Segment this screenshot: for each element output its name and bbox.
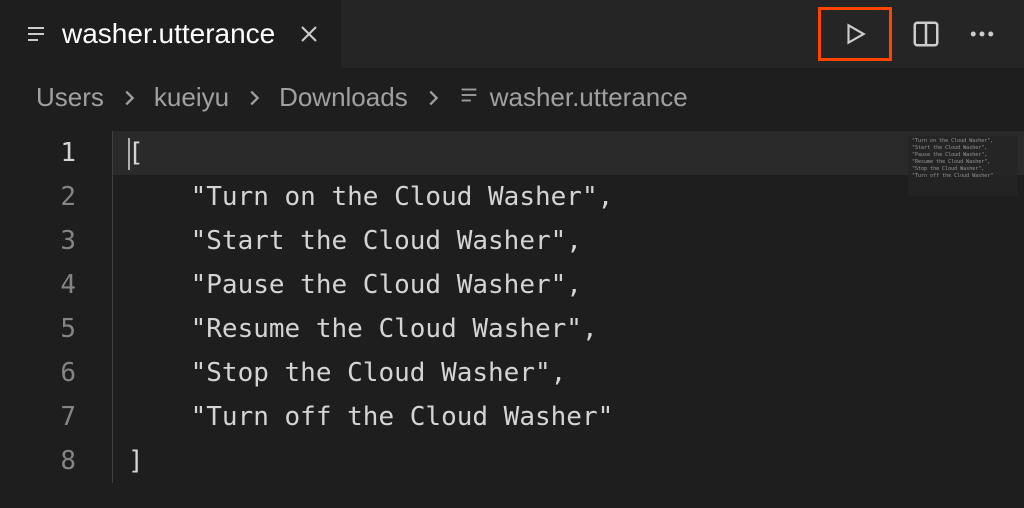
chevron-right-icon [243, 87, 265, 109]
code-line[interactable]: "Start the Cloud Washer", [112, 219, 1024, 263]
code-line[interactable]: ] [112, 439, 1024, 483]
tab-filename: washer.utterance [62, 18, 275, 50]
line-number: 7 [0, 395, 76, 439]
chevron-right-icon [118, 87, 140, 109]
code-line[interactable]: "Stop the Cloud Washer", [112, 351, 1024, 395]
code-line[interactable]: [ [112, 131, 1024, 175]
breadcrumb: Users kueiyu Downloads washer.utterance [0, 68, 1024, 127]
more-actions-button[interactable] [960, 12, 1004, 56]
line-number: 5 [0, 307, 76, 351]
code-line[interactable]: "Pause the Cloud Washer", [112, 263, 1024, 307]
minimap[interactable]: "Turn on the Cloud Washer","Start the Cl… [908, 136, 1018, 196]
run-button[interactable] [818, 7, 892, 61]
line-number: 3 [0, 219, 76, 263]
tab-bar: washer.utterance [0, 0, 1024, 68]
line-number: 4 [0, 263, 76, 307]
code-area[interactable]: [ "Turn on the Cloud Washer", "Start the… [112, 131, 1024, 483]
file-icon [458, 82, 480, 113]
gutter: 12345678 [0, 131, 112, 483]
breadcrumb-segment[interactable]: Users [36, 82, 104, 113]
editor[interactable]: 12345678 [ "Turn on the Cloud Washer", "… [0, 127, 1024, 483]
line-number: 2 [0, 175, 76, 219]
editor-tab[interactable]: washer.utterance [0, 0, 341, 68]
breadcrumb-segment[interactable]: kueiyu [154, 82, 229, 113]
breadcrumb-segment[interactable]: Downloads [279, 82, 408, 113]
close-icon[interactable] [297, 22, 321, 46]
chevron-right-icon [422, 87, 444, 109]
editor-toolbar [818, 7, 1024, 61]
line-number: 6 [0, 351, 76, 395]
line-number: 8 [0, 439, 76, 483]
line-number: 1 [0, 131, 76, 175]
code-line[interactable]: "Resume the Cloud Washer", [112, 307, 1024, 351]
code-line[interactable]: "Turn off the Cloud Washer" [112, 395, 1024, 439]
file-icon [24, 22, 48, 46]
code-line[interactable]: "Turn on the Cloud Washer", [112, 175, 1024, 219]
breadcrumb-file[interactable]: washer.utterance [458, 82, 688, 113]
split-editor-button[interactable] [904, 12, 948, 56]
breadcrumb-filename: washer.utterance [490, 82, 688, 113]
